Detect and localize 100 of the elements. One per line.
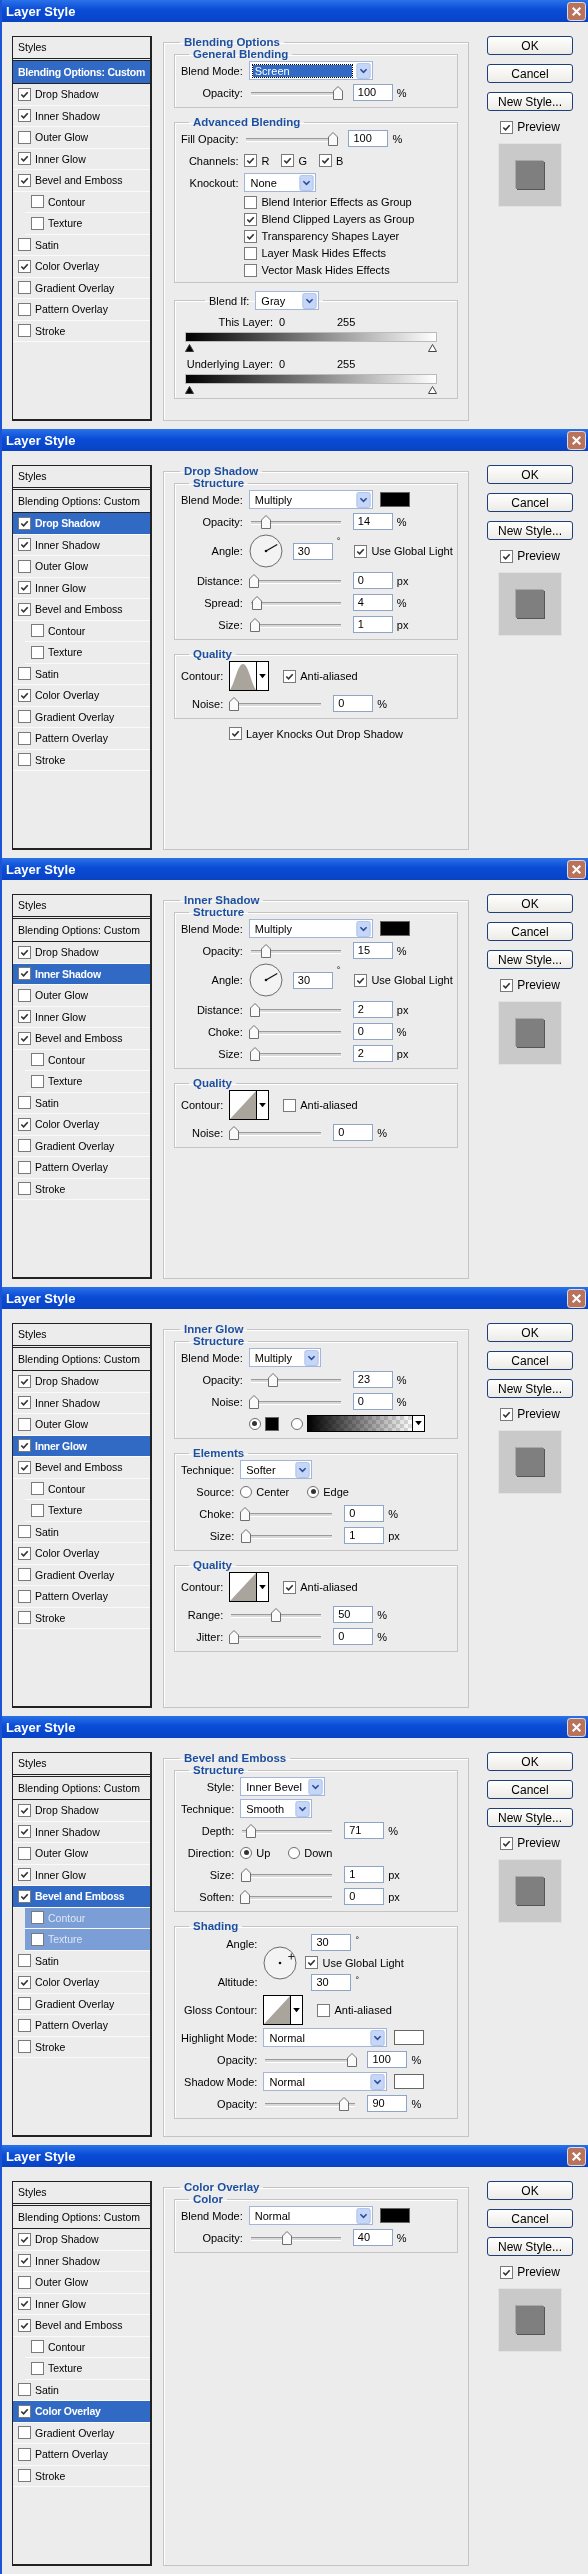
- number-field[interactable]: 1: [352, 616, 393, 633]
- number-field[interactable]: 100: [348, 130, 389, 147]
- slider-thumb[interactable]: [261, 943, 272, 958]
- dialog-button[interactable]: New Style...: [487, 1808, 573, 1827]
- contour-picker[interactable]: [229, 661, 270, 691]
- number-field[interactable]: 40: [352, 2229, 393, 2246]
- dropdown[interactable]: Normal: [263, 2072, 388, 2091]
- number-field[interactable]: 0: [333, 1124, 374, 1141]
- slider[interactable]: [248, 1394, 343, 1409]
- radio-button[interactable]: [240, 1846, 253, 1859]
- checkbox[interactable]: [18, 173, 31, 187]
- checkbox[interactable]: [18, 988, 31, 1002]
- checkbox[interactable]: [228, 727, 242, 740]
- style-item[interactable]: Pattern Overlay: [13, 2015, 150, 2037]
- range-handle[interactable]: [185, 386, 194, 394]
- style-item[interactable]: Outer Glow: [13, 985, 150, 1007]
- dropdown[interactable]: Softer: [240, 1460, 313, 1479]
- dialog-button[interactable]: Cancel: [487, 2209, 573, 2228]
- number-field[interactable]: 0: [344, 1888, 385, 1905]
- style-item[interactable]: Drop Shadow: [13, 1800, 150, 1822]
- checkbox[interactable]: [31, 216, 44, 230]
- style-item[interactable]: Satin: [13, 1950, 150, 1972]
- slider-thumb[interactable]: [347, 2052, 358, 2067]
- checkbox[interactable]: [18, 2469, 31, 2483]
- slider-thumb[interactable]: [240, 1889, 251, 1904]
- dialog-button[interactable]: New Style...: [487, 2237, 573, 2256]
- dialog-button[interactable]: New Style...: [487, 521, 573, 540]
- style-item[interactable]: Drop Shadow: [13, 84, 150, 106]
- style-item[interactable]: Stroke: [13, 320, 150, 342]
- style-item[interactable]: Pattern Overlay: [13, 299, 150, 321]
- slider[interactable]: [240, 1823, 335, 1838]
- dropdown[interactable]: Smooth: [240, 1799, 313, 1818]
- number-field[interactable]: 2: [352, 1045, 393, 1062]
- style-item[interactable]: Drop Shadow: [13, 513, 150, 535]
- checkbox[interactable]: [18, 281, 31, 295]
- slider-thumb[interactable]: [339, 2096, 350, 2111]
- style-item[interactable]: Drop Shadow: [13, 1371, 150, 1393]
- style-item[interactable]: Pattern Overlay: [13, 728, 150, 750]
- checkbox[interactable]: [18, 559, 31, 573]
- slider-thumb[interactable]: [248, 1394, 259, 1409]
- checkbox[interactable]: [244, 154, 258, 167]
- slider[interactable]: [248, 85, 343, 100]
- checkbox[interactable]: [244, 229, 258, 243]
- contour-picker[interactable]: [263, 1995, 304, 2025]
- dialog-button[interactable]: Cancel: [487, 1351, 573, 1370]
- checkbox[interactable]: [18, 1182, 31, 1196]
- slider[interactable]: [263, 2052, 358, 2067]
- checkbox[interactable]: [18, 238, 31, 252]
- slider-thumb[interactable]: [240, 1506, 251, 1521]
- checkbox[interactable]: [31, 2361, 44, 2375]
- slider[interactable]: [229, 1607, 324, 1622]
- radio-button[interactable]: [240, 1485, 253, 1498]
- checkbox[interactable]: [354, 973, 368, 987]
- slider-thumb[interactable]: [229, 1629, 240, 1644]
- number-field[interactable]: 0: [352, 1023, 393, 1040]
- style-item[interactable]: Gradient Overlay: [13, 277, 150, 299]
- checkbox[interactable]: [18, 2404, 31, 2418]
- style-item[interactable]: Drop Shadow: [13, 2229, 150, 2251]
- checkbox[interactable]: [18, 1889, 31, 1903]
- checkbox[interactable]: [18, 753, 31, 767]
- slider-thumb[interactable]: [248, 1024, 259, 1039]
- checkbox[interactable]: [18, 1868, 31, 1882]
- angle-dial[interactable]: [248, 963, 283, 997]
- style-item[interactable]: Inner Shadow: [13, 1821, 150, 1843]
- style-item[interactable]: Satin: [13, 1092, 150, 1114]
- checkbox[interactable]: [18, 2018, 31, 2032]
- dialog-button[interactable]: New Style...: [487, 950, 573, 969]
- number-field[interactable]: 30: [292, 542, 333, 560]
- style-item[interactable]: Color Overlay: [13, 2401, 150, 2423]
- checkbox[interactable]: [18, 324, 31, 338]
- dialog-button[interactable]: New Style...: [487, 92, 573, 111]
- checkbox[interactable]: [18, 2318, 31, 2332]
- checkbox[interactable]: [18, 967, 31, 981]
- dropdown[interactable]: Multiply: [248, 1348, 321, 1367]
- style-item[interactable]: Outer Glow: [13, 127, 150, 149]
- style-item[interactable]: Stroke: [13, 2465, 150, 2487]
- number-field[interactable]: 0: [352, 1393, 393, 1410]
- checkbox[interactable]: [305, 1956, 319, 1969]
- style-item[interactable]: Stroke: [13, 749, 150, 771]
- dropdown[interactable]: Multiply: [248, 919, 373, 938]
- style-item[interactable]: Blending Options: Custom: [13, 2206, 150, 2229]
- checkbox[interactable]: [500, 1836, 514, 1850]
- color-swatch[interactable]: [379, 492, 410, 507]
- style-item[interactable]: Color Overlay: [13, 1543, 150, 1565]
- slider-thumb[interactable]: [249, 617, 260, 632]
- checkbox[interactable]: [18, 1975, 31, 1989]
- style-item[interactable]: Texture: [25, 1500, 150, 1522]
- checkbox[interactable]: [31, 624, 44, 638]
- style-item[interactable]: Texture: [25, 213, 150, 235]
- close-icon[interactable]: [567, 1288, 586, 1308]
- checkbox[interactable]: [18, 1997, 31, 2011]
- number-field[interactable]: 50: [333, 1606, 374, 1623]
- checkbox[interactable]: [18, 1417, 31, 1431]
- style-item[interactable]: Outer Glow: [13, 1414, 150, 1436]
- checkbox[interactable]: [31, 1053, 44, 1067]
- checkbox[interactable]: [18, 2383, 31, 2397]
- dialog-button[interactable]: Cancel: [487, 64, 573, 83]
- checkbox[interactable]: [18, 1846, 31, 1860]
- slider[interactable]: [240, 1889, 335, 1904]
- style-item[interactable]: Color Overlay: [13, 1114, 150, 1136]
